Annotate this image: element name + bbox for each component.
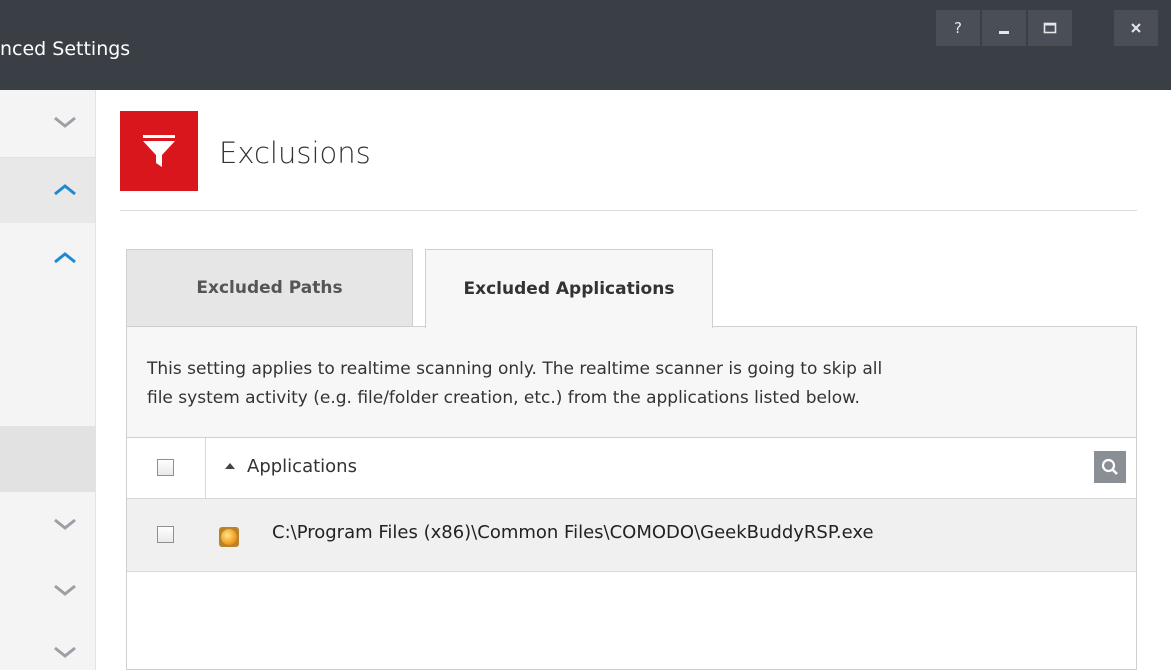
page-title: Exclusions: [219, 136, 371, 170]
description-line-2: file system activity (e.g. file/folder c…: [147, 388, 860, 408]
search-icon: [1101, 458, 1118, 475]
help-icon: ?: [954, 19, 962, 37]
search-button[interactable]: [1094, 451, 1126, 483]
row-checkbox[interactable]: [157, 526, 174, 543]
sidebar-section-2[interactable]: [0, 158, 95, 223]
exclusions-panel: This setting applies to realtime scannin…: [126, 326, 1137, 670]
tab-excluded-applications[interactable]: Excluded Applications: [425, 249, 713, 328]
close-icon: [1131, 23, 1141, 33]
filter-icon: [143, 135, 175, 167]
sidebar-selected-item[interactable]: [0, 426, 95, 492]
description-line-1: This setting applies to realtime scannin…: [147, 359, 883, 379]
maximize-button[interactable]: [1028, 10, 1072, 46]
chevron-up-icon[interactable]: [52, 250, 78, 266]
close-button[interactable]: [1114, 10, 1158, 46]
sidebar-section-1[interactable]: [0, 90, 95, 158]
description: This setting applies to realtime scannin…: [127, 327, 1136, 438]
table-row[interactable]: C:\Program Files (x86)\Common Files\COMO…: [127, 499, 1136, 572]
sidebar-section-4: [0, 494, 95, 670]
tab-excluded-paths[interactable]: Excluded Paths: [126, 249, 413, 327]
settings-sidebar: [0, 90, 96, 670]
exclusions-header-icon: [120, 111, 198, 191]
chevron-down-icon[interactable]: [52, 114, 78, 130]
chevron-down-icon[interactable]: [52, 644, 78, 660]
minimize-button[interactable]: [982, 10, 1026, 46]
application-path: C:\Program Files (x86)\Common Files\COMO…: [272, 522, 874, 543]
application-icon: [219, 527, 239, 547]
column-divider: [205, 438, 206, 498]
chevron-up-icon[interactable]: [52, 182, 78, 198]
select-all-checkbox[interactable]: [157, 459, 174, 476]
minimize-icon: [999, 31, 1009, 34]
window-title: nced Settings: [0, 38, 131, 60]
sort-ascending-icon[interactable]: [225, 463, 235, 469]
chevron-down-icon[interactable]: [52, 516, 78, 532]
title-bar: nced Settings ?: [0, 0, 1171, 90]
help-button[interactable]: ?: [936, 10, 980, 46]
table-header: Applications: [127, 438, 1136, 499]
applications-column-header[interactable]: Applications: [247, 456, 357, 477]
header-divider: [120, 210, 1137, 211]
sidebar-section-3[interactable]: [0, 224, 95, 424]
chevron-down-icon[interactable]: [52, 582, 78, 598]
maximize-icon: [1043, 22, 1057, 34]
